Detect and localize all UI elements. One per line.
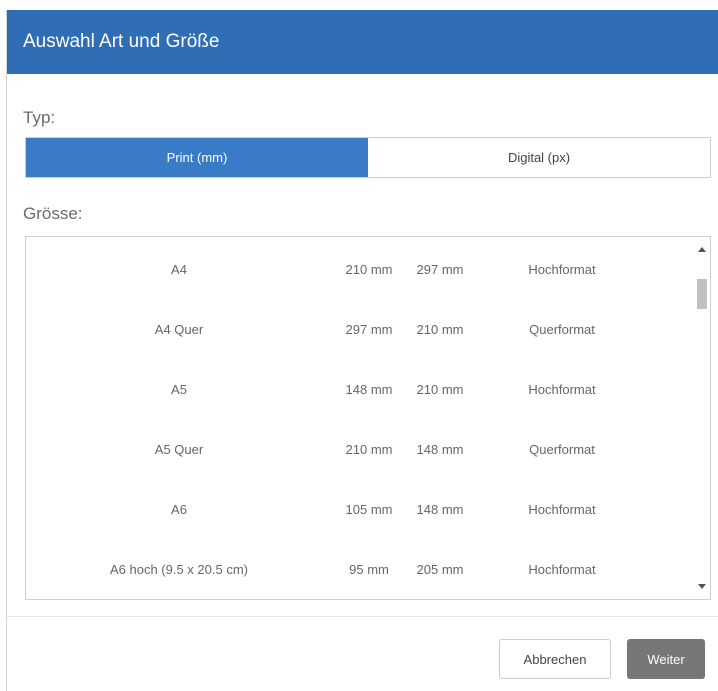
scroll-up-arrow-icon[interactable] — [698, 247, 706, 252]
size-name: A6 hoch (9.5 x 20.5 cm) — [109, 561, 248, 577]
size-width: 210 mm — [345, 441, 393, 457]
size-orientation: Hochformat — [528, 501, 596, 517]
size-name: A5 Quer — [154, 441, 204, 457]
size-height: 210 mm — [416, 381, 464, 397]
size-name: A4 — [171, 261, 187, 277]
size-label: Grösse: — [23, 204, 83, 223]
size-width: 210 mm — [345, 261, 393, 277]
size-orientation: Hochformat — [528, 381, 596, 397]
type-toggle: Print (mm) Digital (px) — [25, 137, 711, 178]
size-name: A5 — [171, 381, 187, 397]
size-selection-dialog: Auswahl Art und Größe Typ: Print (mm) Di… — [6, 10, 718, 691]
size-list[interactable]: A4 210 mm 297 mm Hochformat A4 Quer 297 … — [25, 236, 711, 600]
scroll-thumb[interactable] — [697, 279, 707, 309]
size-orientation: Hochformat — [528, 261, 596, 277]
size-height: 297 mm — [416, 261, 464, 277]
size-height: 148 mm — [416, 501, 464, 517]
print-mm-option[interactable]: Print (mm) — [26, 138, 368, 177]
size-row-a6-hoch[interactable]: A6 hoch (9.5 x 20.5 cm) 95 mm 205 mm Hoc… — [26, 539, 710, 599]
footer-divider — [7, 616, 718, 617]
size-list-scrollbar[interactable] — [694, 237, 710, 599]
size-height: 210 mm — [416, 321, 464, 337]
size-name: A6 — [171, 501, 187, 517]
dialog-header: Auswahl Art und Größe — [7, 10, 718, 74]
scroll-down-arrow-icon[interactable] — [698, 584, 706, 589]
size-row-a5-quer[interactable]: A5 Quer 210 mm 148 mm Querformat — [26, 419, 710, 479]
size-name: A4 Quer — [154, 321, 204, 337]
next-button[interactable]: Weiter — [627, 639, 705, 679]
size-orientation: Querformat — [529, 441, 595, 457]
size-row-a5[interactable]: A5 148 mm 210 mm Hochformat — [26, 359, 710, 419]
size-width: 297 mm — [345, 321, 393, 337]
size-row-a4[interactable]: A4 210 mm 297 mm Hochformat — [26, 239, 710, 299]
size-height: 148 mm — [416, 441, 464, 457]
size-height: 205 mm — [416, 561, 464, 577]
size-orientation: Hochformat — [528, 561, 596, 577]
size-row-a4-quer[interactable]: A4 Quer 297 mm 210 mm Querformat — [26, 299, 710, 359]
size-width: 95 mm — [349, 561, 389, 577]
page: Auswahl Art und Größe Typ: Print (mm) Di… — [0, 0, 718, 691]
size-width: 148 mm — [345, 381, 393, 397]
size-orientation: Querformat — [529, 321, 595, 337]
cancel-button[interactable]: Abbrechen — [499, 639, 611, 679]
size-row-a6[interactable]: A6 105 mm 148 mm Hochformat — [26, 479, 710, 539]
type-label: Typ: — [23, 108, 56, 127]
dialog-title: Auswahl Art und Größe — [23, 31, 220, 52]
digital-px-option[interactable]: Digital (px) — [368, 138, 710, 177]
size-width: 105 mm — [345, 501, 393, 517]
